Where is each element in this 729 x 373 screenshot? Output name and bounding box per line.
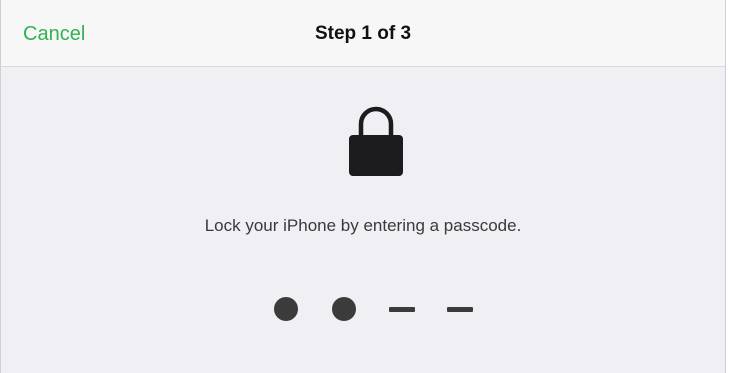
passcode-digit-filled	[273, 296, 299, 322]
page-title: Step 1 of 3	[314, 23, 412, 44]
empty-dash	[389, 307, 415, 312]
filled-dot	[332, 297, 356, 321]
instruction-text: Lock your iPhone by entering a passcode.	[204, 216, 522, 235]
lock-icon	[349, 106, 403, 176]
passcode-digit-empty	[389, 296, 415, 322]
passcode-digit-empty	[447, 296, 473, 322]
passcode-digit-filled	[331, 296, 357, 322]
filled-dot	[274, 297, 298, 321]
passcode-setup-screen: Cancel Step 1 of 3 Lock your iPhone by e…	[0, 0, 726, 373]
passcode-indicator	[273, 296, 483, 322]
empty-dash	[447, 307, 473, 312]
navigation-bar: Cancel Step 1 of 3	[1, 0, 725, 67]
